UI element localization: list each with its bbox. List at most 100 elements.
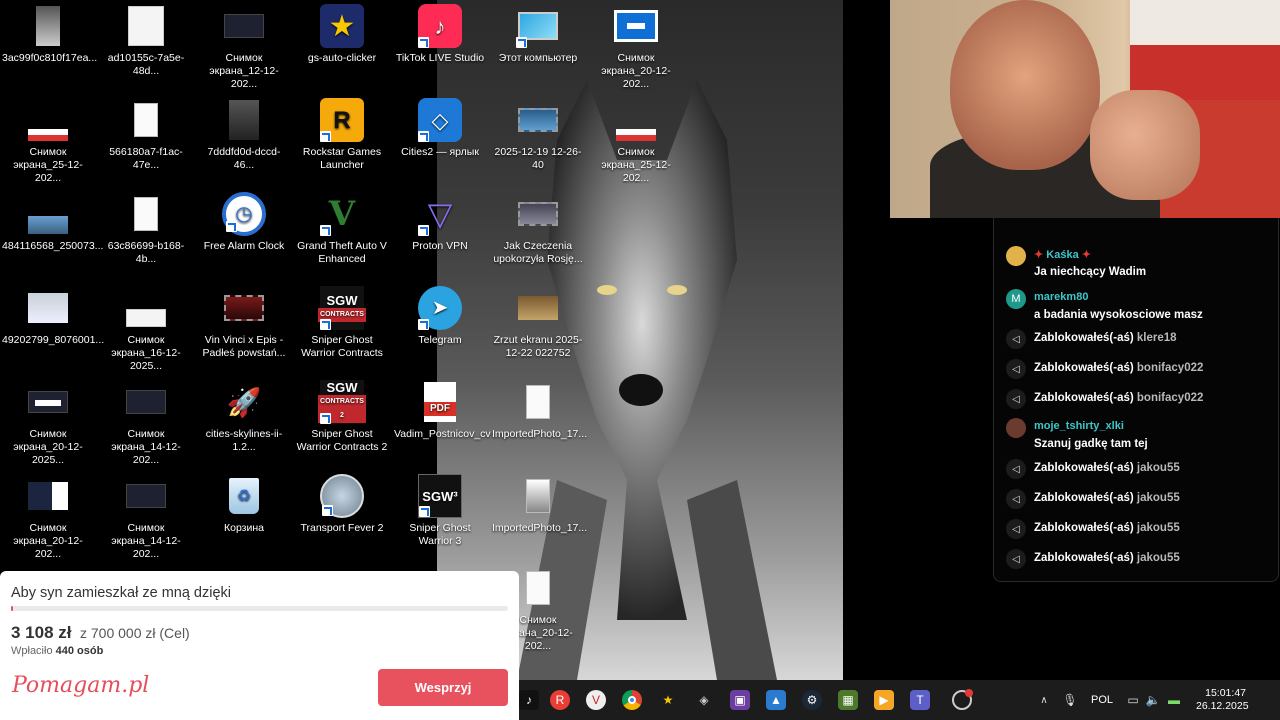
rockstar-taskbar-icon[interactable]: R: [550, 690, 570, 710]
blocked-username[interactable]: jakou55: [1137, 522, 1180, 534]
desktop-icon-video[interactable]: Vin Vinci x Epis - Padłeś powstań...: [196, 286, 292, 360]
desktop-icon-gs-auto-clicker[interactable]: ★ gs-auto-clicker: [294, 4, 390, 65]
blocked-username[interactable]: jakou55: [1137, 552, 1180, 564]
language-indicator[interactable]: POL: [1091, 694, 1113, 706]
clock-icon: ◷: [222, 192, 266, 236]
chat-system-message: ◁ Zablokowałeś(-aś) jakou55: [1006, 549, 1276, 569]
proton-vpn-icon: ▽: [418, 192, 462, 236]
shortcut-arrow-icon: [418, 131, 429, 142]
desktop-icon-screenshot[interactable]: Снимок экрана_14-12-202...: [98, 380, 194, 467]
shortcut-arrow-icon: [320, 413, 331, 424]
screenshot-thumbnail-icon: [26, 98, 70, 142]
desktop-icon-gta-v[interactable]: V Grand Theft Auto V Enhanced: [294, 192, 390, 266]
blocked-username[interactable]: bonifacy022: [1137, 392, 1203, 404]
desktop-icon-screenshot[interactable]: Снимок экрана_20-12-202...: [588, 4, 684, 91]
shortcut-arrow-icon: [516, 37, 527, 48]
media-player-icon[interactable]: ▶: [874, 690, 894, 710]
desktop-icon-image[interactable]: 63c86699-b168-4b...: [98, 192, 194, 266]
game-taskbar-icon[interactable]: ▦: [838, 690, 858, 710]
desktop-icon-telegram[interactable]: ➤ Telegram: [392, 286, 488, 347]
desktop-icon-this-pc[interactable]: Этот компьютер: [490, 4, 586, 65]
desktop-icon-image[interactable]: ad10155c-7a5e-48d...: [98, 4, 194, 78]
desktop-icon-sgw3[interactable]: SGW³ Sniper Ghost Warrior 3: [392, 474, 488, 548]
image-thumbnail-icon: [124, 98, 168, 142]
desktop-icon-video[interactable]: 2025-12-19 12-26-40: [490, 98, 586, 172]
desktop-icon-image[interactable]: ImportedPhoto_17...: [490, 474, 587, 535]
desktop-icon-image[interactable]: 484116568_250073...: [0, 192, 103, 253]
star-taskbar-icon[interactable]: ★: [658, 690, 678, 710]
donation-progress-bar: [11, 606, 508, 611]
desktop-icon-transport-fever-2[interactable]: Transport Fever 2: [294, 474, 390, 535]
desktop-icon-image[interactable]: 3ac99f0c810f17ea...: [0, 4, 97, 65]
desktop-icon-screenshot[interactable]: Снимок экрана_12-12-202...: [196, 4, 292, 91]
chat-username[interactable]: ✦ Kaśka ✦: [1034, 248, 1091, 261]
desktop-icon-proton-vpn[interactable]: ▽ Proton VPN: [392, 192, 488, 253]
steam-icon[interactable]: ⚙: [802, 690, 822, 710]
desktop-icon-recycle-bin[interactable]: ♻ Корзина: [196, 474, 292, 535]
desktop-icon-tiktok-live-studio[interactable]: ♪ TikTok LIVE Studio: [392, 4, 488, 65]
battery-icon[interactable]: ▬: [1164, 690, 1184, 710]
desktop-icon-screenshot[interactable]: Снимок экрана_25-12-202...: [0, 98, 96, 185]
megaphone-icon: ◁: [1006, 329, 1026, 349]
desktop-icon-screenshot[interactable]: Снимок экрана_25-12-202...: [588, 98, 684, 185]
blocked-username[interactable]: jakou55: [1137, 492, 1180, 504]
taskbar-clock[interactable]: 15:01:47 26.12.2025: [1196, 687, 1249, 713]
chat-username[interactable]: moje_tshirty_xlki: [1034, 420, 1124, 432]
desktop-icon-cities-skylines-ii[interactable]: 🚀 cities-skylines-ii-1.2...: [196, 380, 292, 454]
desktop-icon-image[interactable]: 49202799_8076001...: [0, 286, 104, 347]
chevron-up-icon[interactable]: ∧: [1034, 690, 1054, 710]
desktop-icon-sgw-contracts[interactable]: SGW CONTRACTS Sniper Ghost Warrior Contra…: [294, 286, 390, 360]
desktop-icon-image[interactable]: 566180a7-f1ac-47e...: [98, 98, 194, 172]
tiktok-icon: ♪: [418, 4, 462, 48]
desktop-icon-free-alarm-clock[interactable]: ◷ Free Alarm Clock: [196, 192, 292, 253]
tiktok-taskbar-icon[interactable]: ♪: [519, 690, 539, 710]
app-taskbar-icon[interactable]: ▣: [730, 690, 750, 710]
obs-icon[interactable]: [952, 689, 973, 710]
box-taskbar-icon[interactable]: ◈: [694, 690, 714, 710]
desktop-icon-screenshot[interactable]: Снимок экрана_14-12-202...: [98, 474, 194, 561]
desktop-icon-sgw-contracts-2[interactable]: SGW CONTRACTS 2 Sniper Ghost Warrior Cont…: [294, 380, 390, 454]
blocked-username[interactable]: jakou55: [1137, 462, 1180, 474]
shortcut-arrow-icon: [418, 37, 429, 48]
support-button[interactable]: Wesprzyj: [378, 669, 508, 706]
chrome-icon[interactable]: [622, 690, 642, 710]
desktop-icon-image[interactable]: ImportedPhoto_17...: [490, 380, 587, 441]
chat-system-message: ◁ Zablokowałeś(-aś) bonifacy022: [1006, 389, 1276, 409]
chat-username[interactable]: marekm80: [1034, 291, 1088, 303]
desktop-icon-screenshot[interactable]: Снимок экрана_16-12-2025...: [98, 286, 194, 373]
shortcut-arrow-icon: [419, 506, 430, 517]
screenshot-thumbnail-icon: [26, 380, 70, 424]
cities-icon: ◇: [418, 98, 462, 142]
photos-taskbar-icon[interactable]: ▲: [766, 690, 786, 710]
chat-message-text: a badania wysokosciowe masz: [1034, 309, 1203, 321]
image-thumbnail-icon: [516, 380, 560, 424]
donation-widget: Aby syn zamieszkał ze mną dzięki 3 108 z…: [0, 571, 519, 720]
desktop-icon-video[interactable]: 7dddfd0d-dccd-46...: [196, 98, 292, 172]
desktop-icon-screenshot[interactable]: Снимок экрана_20-12-202...: [0, 474, 96, 561]
chat-system-message: ◁ Zablokowałeś(-aś) klere18: [1006, 329, 1276, 349]
desktop-icon-pdf[interactable]: PDF Vadim_Postnicov_cv: [392, 380, 491, 441]
donation-goal: z 700 000 zł (Cel): [80, 625, 190, 641]
teams-icon[interactable]: T: [910, 690, 930, 710]
desktop-icon-screenshot[interactable]: Zrzut ekranu 2025-12-22 022752: [490, 286, 586, 360]
desktop-icon-rockstar-games-launcher[interactable]: R Rockstar Games Launcher: [294, 98, 390, 172]
desktop-icon-video[interactable]: Jak Czeczenia upokorzyła Rosję...: [490, 192, 586, 266]
microphone-icon[interactable]: 🎙: [1060, 690, 1080, 710]
donation-title: Aby syn zamieszkał ze mną dzięki: [11, 585, 231, 601]
network-icon[interactable]: ▭: [1123, 690, 1143, 710]
chat-system-message: ◁ Zablokowałeś(-aś) bonifacy022: [1006, 359, 1276, 379]
volume-icon[interactable]: 🔈: [1143, 690, 1163, 710]
megaphone-icon: ◁: [1006, 519, 1026, 539]
system-message-text: Zablokowałeś(-aś): [1034, 362, 1134, 374]
vivaldi-taskbar-icon[interactable]: V: [586, 690, 606, 710]
blocked-username[interactable]: klere18: [1137, 332, 1177, 344]
desktop-icon-cities2[interactable]: ◇ Cities2 — ярлык: [392, 98, 488, 159]
blocked-username[interactable]: bonifacy022: [1137, 362, 1203, 374]
video-thumbnail-icon: [222, 98, 266, 142]
desktop-icon-screenshot[interactable]: Снимок экрана_20-12-2025...: [0, 380, 96, 467]
screenshot-thumbnail-icon: [26, 474, 70, 518]
recycle-bin-icon: ♻: [222, 474, 266, 518]
megaphone-icon: ◁: [1006, 489, 1026, 509]
megaphone-icon: ◁: [1006, 359, 1026, 379]
star-icon: ★: [320, 4, 364, 48]
